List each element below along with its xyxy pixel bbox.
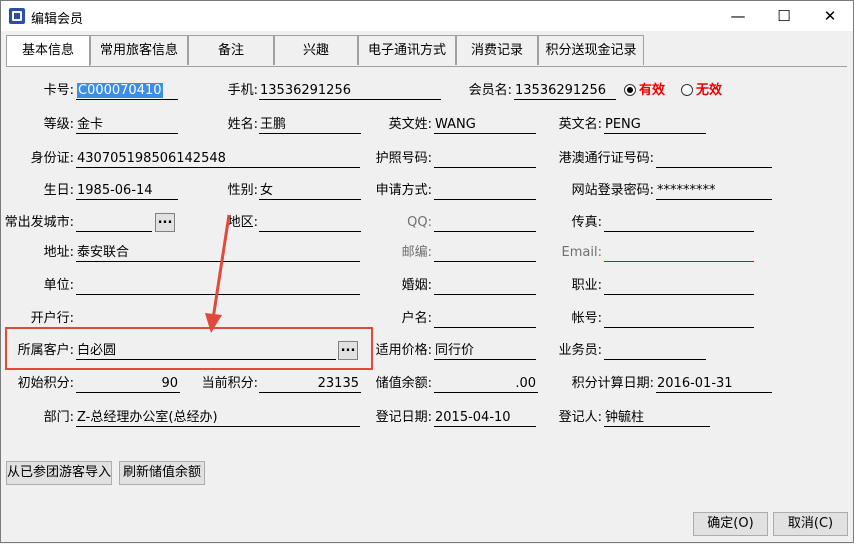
edit-member-window: 编辑会员 — ☐ ✕ 基本信息 常用旅客信息 备注 兴趣 电子通讯方式 消费记录…: [0, 0, 854, 543]
ok-button[interactable]: 确定(O): [693, 512, 768, 536]
cancel-button[interactable]: 取消(C): [773, 512, 848, 536]
refresh-balance-button[interactable]: 刷新储值余额: [119, 461, 205, 485]
import-from-tour-button[interactable]: 从已参团游客导入: [6, 461, 112, 485]
